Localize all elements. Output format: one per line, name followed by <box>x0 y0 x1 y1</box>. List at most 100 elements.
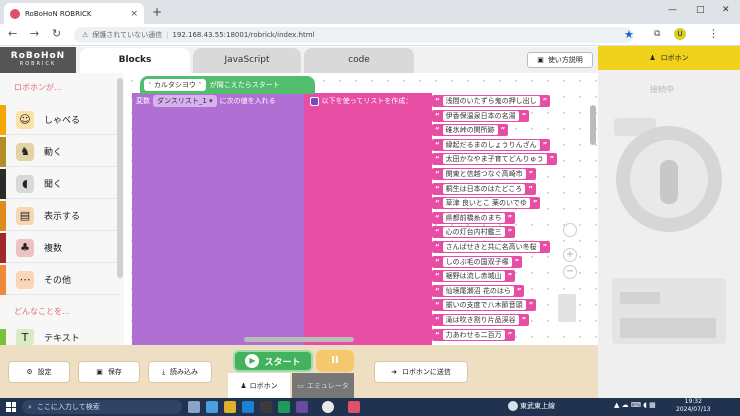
browser-menu-icon[interactable]: ⋮ <box>708 27 719 40</box>
list-item-block[interactable]: “伊香保温泉日本の名湯” <box>432 109 530 122</box>
tab-javascript[interactable]: JavaScript <box>193 48 301 73</box>
list-item-text[interactable]: 力あわせる二百万 <box>442 329 505 340</box>
sidebar-item-multiple[interactable]: ♣ 複数 <box>0 232 120 263</box>
list-item-text[interactable]: しのぶ毛の国双子塚 <box>442 256 512 267</box>
chrome-icon[interactable] <box>322 401 334 413</box>
list-item-text[interactable]: さんばせきと共に名高い冬桜 <box>442 242 540 252</box>
workspace-vertical-scrollbar[interactable] <box>590 105 596 145</box>
workspace-horizontal-scrollbar[interactable] <box>244 337 354 342</box>
robot-setting-field[interactable] <box>620 318 716 338</box>
sidebar-scrollbar[interactable] <box>117 78 123 278</box>
taskbar-search-input[interactable]: ⌕ ここに入力して検索 <box>22 400 182 414</box>
list-item-block[interactable]: “仙境尾瀬沼 花のはら” <box>432 284 525 297</box>
zoom-in-icon[interactable]: + <box>563 248 577 262</box>
list-item-text[interactable]: 裾野は流し赤城山 <box>442 271 505 282</box>
tab-code[interactable]: code <box>304 48 414 73</box>
list-item-text[interactable]: 心の灯台内村鑑三 <box>442 227 505 238</box>
list-item-text[interactable]: 伊香保温泉日本の名湯 <box>442 110 519 121</box>
list-item-text[interactable]: 浅間のいたずら鬼の押し出し <box>442 96 540 106</box>
variable-dropdown[interactable]: ダンスリスト_1 ▾ <box>153 95 217 107</box>
list-item-block[interactable]: “碓氷峠の関所跡” <box>432 124 509 137</box>
app-icon[interactable] <box>348 401 360 413</box>
app-icon[interactable] <box>296 401 308 413</box>
list-item-text[interactable]: 草津 良いとこ 薬のいでゆ <box>442 198 530 209</box>
hear-start-hat-block[interactable]: “ カルタシヨウ ” が聞こえたらスタート <box>140 76 315 94</box>
close-window-button[interactable]: ✕ <box>722 5 730 15</box>
recenter-icon[interactable] <box>563 223 577 237</box>
app-icon[interactable] <box>278 401 290 413</box>
system-tray-icons[interactable]: ▲ ☁ ⌨ ◖ ▦ <box>614 401 656 409</box>
sidebar-section-header: ロボホンが… <box>14 83 62 92</box>
sidebar-item-text[interactable]: T テキスト <box>0 329 120 345</box>
help-button[interactable]: ▣ 使い方説明 <box>527 52 593 68</box>
list-item-text[interactable]: 碓氷峠の関所跡 <box>442 125 498 136</box>
browser-tab[interactable]: RoBoHoN ROBRICK × <box>4 3 144 24</box>
new-tab-button[interactable]: + <box>152 5 162 19</box>
send-to-robot-button[interactable]: ➜ ロボホンに送信 <box>374 361 468 383</box>
list-item-text[interactable]: 桐生は日本のはたどころ <box>442 183 526 194</box>
bookmark-star-icon[interactable]: ★ <box>624 28 634 41</box>
save-button[interactable]: ▣ 保存 <box>78 361 140 383</box>
list-item-block[interactable]: “県都前橋糸のまち” <box>432 211 516 224</box>
sidebar-item-speak[interactable]: ☺ しゃべる <box>0 104 120 135</box>
list-item-text[interactable]: 太田かなやま子育てどんりゅう <box>442 154 547 165</box>
back-button[interactable]: ← <box>8 27 17 40</box>
create-list-block[interactable] <box>304 93 432 345</box>
variable-set-block[interactable] <box>132 93 304 345</box>
profile-avatar[interactable]: U <box>674 28 686 40</box>
load-button[interactable]: ⤓ 読み込み <box>148 361 212 383</box>
trash-icon[interactable] <box>558 294 576 322</box>
list-item-text[interactable]: 関東と信越つなぐ高崎市 <box>442 169 526 179</box>
start-button[interactable]: ▶ スタート <box>233 350 313 372</box>
list-item-block[interactable]: “関東と信越つなぐ高崎市” <box>432 168 537 180</box>
extensions-icon[interactable]: ⧉ <box>654 29 660 39</box>
mode-tab-emulator[interactable]: ▭ エミュレータ <box>292 373 354 398</box>
list-item-block[interactable]: “裾野は流し赤城山” <box>432 270 516 283</box>
list-item-block[interactable]: “草津 良いとこ 薬のいでゆ” <box>432 197 541 210</box>
minimize-button[interactable]: — <box>668 5 677 15</box>
list-item-block[interactable]: “心の灯台内村鑑三” <box>432 226 516 239</box>
mode-tab-robohon[interactable]: ♟ ロボホン <box>228 373 290 398</box>
settings-button[interactable]: ⚙ 設定 <box>8 361 70 383</box>
address-bar[interactable]: ⚠ 保護されていない通信 | 192.168.43.55:18001/robri… <box>74 27 634 43</box>
hat-text-input[interactable]: “ カルタシヨウ ” <box>144 79 206 91</box>
widget-icon[interactable] <box>206 401 218 413</box>
list-item-text[interactable]: 縁起だるまのしょうりんざん <box>442 139 540 150</box>
sidebar-item-other[interactable]: ⋯ その他 <box>0 264 120 295</box>
taskbar-clock[interactable]: 19:32 2024/07/13 <box>676 398 711 414</box>
maximize-button[interactable]: □ <box>696 5 705 15</box>
list-item-block[interactable]: “浅間のいたずら鬼の押し出し” <box>432 95 551 107</box>
list-item-block[interactable]: “力あわせる二百万” <box>432 328 516 341</box>
tab-blocks[interactable]: Blocks <box>80 48 190 73</box>
forward-button[interactable]: → <box>30 27 39 40</box>
weather-text[interactable]: 東武東上線 <box>520 401 555 411</box>
windows-start-icon[interactable] <box>6 402 16 412</box>
pause-button[interactable]: II <box>316 350 354 372</box>
list-item-block[interactable]: “桐生は日本のはたどころ” <box>432 182 536 195</box>
edge-icon[interactable] <box>242 401 254 413</box>
tab-close-icon[interactable]: × <box>130 9 138 19</box>
list-item-block[interactable]: “さんばせきと共に名高い冬桜” <box>432 241 551 253</box>
robot-setting-field[interactable] <box>620 292 660 304</box>
open-quote-icon: “ <box>435 213 440 222</box>
list-item-block[interactable]: “滝は吹き割り片品渓谷” <box>432 314 530 326</box>
list-item-block[interactable]: “揃いの支度で八木節音頭” <box>432 299 537 312</box>
weather-icon[interactable] <box>508 401 518 411</box>
list-item-text[interactable]: 県都前橋糸のまち <box>442 212 505 223</box>
list-item-block[interactable]: “しのぶ毛の国双子塚” <box>432 255 523 268</box>
reload-button[interactable]: ↻ <box>52 27 61 40</box>
list-item-block[interactable]: “縁起だるまのしょうりんざん” <box>432 138 551 151</box>
explorer-icon[interactable] <box>224 401 236 413</box>
sidebar-item-move[interactable]: ♞ 動く <box>0 136 120 167</box>
list-item-block[interactable]: “太田かなやま子育てどんりゅう” <box>432 153 558 166</box>
zoom-out-icon[interactable]: − <box>563 265 577 279</box>
sidebar-item-listen[interactable]: ◖ 聞く <box>0 168 120 199</box>
list-item-text[interactable]: 仙境尾瀬沼 花のはら <box>442 285 514 296</box>
list-item-text[interactable]: 揃いの支度で八木節音頭 <box>442 300 526 311</box>
list-mutator-gear-icon[interactable] <box>309 96 319 106</box>
task-view-icon[interactable] <box>188 401 200 413</box>
sidebar-item-display[interactable]: ▤ 表示する <box>0 200 120 231</box>
list-item-text[interactable]: 滝は吹き割り片品渓谷 <box>442 315 519 325</box>
store-icon[interactable] <box>260 401 272 413</box>
robot-status-text: 接続中 <box>650 85 674 94</box>
